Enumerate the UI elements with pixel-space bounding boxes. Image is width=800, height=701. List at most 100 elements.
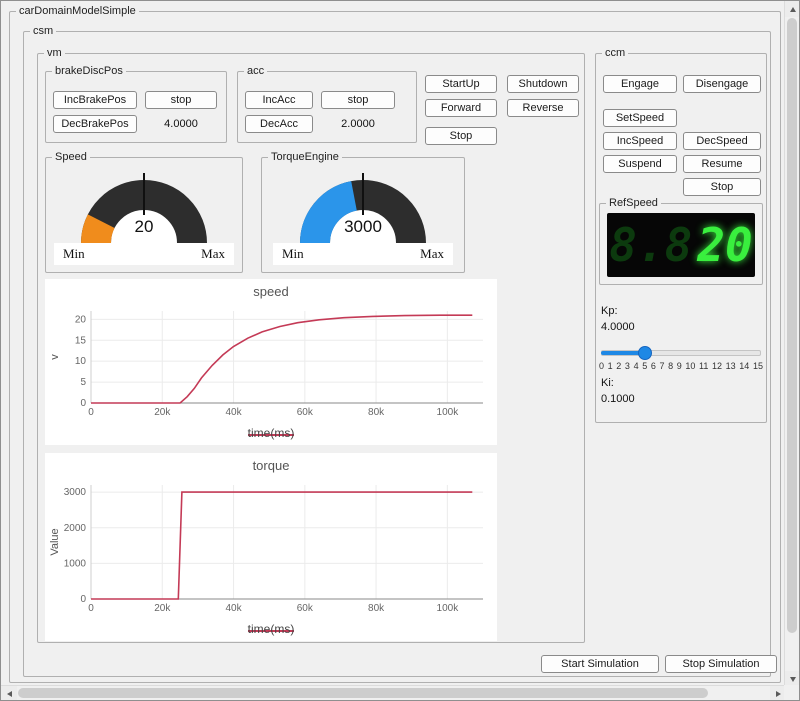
svg-text:60k: 60k	[297, 603, 314, 614]
speed-chart-xlabel-text: time(ms)	[248, 426, 295, 440]
reverse-button[interactable]: Reverse	[507, 99, 579, 117]
forward-button[interactable]: Forward	[425, 99, 497, 117]
slider-tick-label: 1	[608, 361, 613, 371]
speed-chart-xlabel: time(ms)	[45, 422, 497, 452]
svg-text:60k: 60k	[297, 407, 314, 418]
incbrakepos-button[interactable]: IncBrakePos	[53, 91, 137, 109]
svg-text:3000: 3000	[64, 487, 87, 498]
refspeed-display: 8.8 20	[607, 213, 755, 277]
svg-text:0: 0	[88, 407, 94, 418]
ccm-stop-button[interactable]: Stop	[683, 178, 761, 196]
slider-tick-label: 14	[739, 361, 749, 371]
slider-tick-label: 10	[685, 361, 695, 371]
speed-gauge-group-label: Speed	[52, 151, 90, 163]
svg-text:20k: 20k	[154, 407, 171, 418]
slider-tick-label: 5	[642, 361, 647, 371]
scroll-left-icon[interactable]	[1, 686, 17, 701]
svg-text:0: 0	[88, 603, 94, 614]
svg-text:10: 10	[75, 356, 87, 367]
torque-chart-title: torque	[45, 453, 497, 477]
acc-value: 2.0000	[321, 118, 395, 130]
vertical-scrollbar-thumb[interactable]	[787, 18, 797, 633]
svg-text:20k: 20k	[154, 603, 171, 614]
brakediscpos-group-label: brakeDiscPos	[52, 65, 126, 77]
slider-tick-label: 8	[668, 361, 673, 371]
decacc-button[interactable]: DecAcc	[245, 115, 313, 133]
incspeed-button[interactable]: IncSpeed	[603, 132, 677, 150]
incacc-button[interactable]: IncAcc	[245, 91, 313, 109]
speed-gauge-value: 20	[54, 217, 234, 237]
speed-gauge-dial	[54, 167, 234, 265]
slider-tick-label: 0	[599, 361, 604, 371]
slider-tick-label: 13	[726, 361, 736, 371]
kp-label: Kp:	[601, 305, 618, 317]
ki-value: 0.1000	[601, 393, 635, 405]
slider-tick-labels: 0123456789101112131415	[599, 361, 763, 371]
slider-tick-label: 4	[634, 361, 639, 371]
vm-stop-button[interactable]: Stop	[425, 127, 497, 145]
vertical-scrollbar[interactable]	[784, 1, 799, 687]
decbrakepos-button[interactable]: DecBrakePos	[53, 115, 137, 133]
slider-tick-label: 15	[753, 361, 763, 371]
svg-text:0: 0	[80, 398, 86, 409]
slider-tick-label: 12	[712, 361, 722, 371]
startup-button[interactable]: StartUp	[425, 75, 497, 93]
resume-button[interactable]: Resume	[683, 155, 761, 173]
horizontal-scrollbar[interactable]	[1, 685, 786, 700]
engage-button[interactable]: Engage	[603, 75, 677, 93]
torque-gauge-dial	[273, 167, 453, 265]
start-simulation-button[interactable]: Start Simulation	[541, 655, 659, 673]
svg-text:100k: 100k	[437, 407, 460, 418]
scrollbar-corner	[784, 685, 799, 700]
slider-tick-label: 2	[616, 361, 621, 371]
stop-simulation-button[interactable]: Stop Simulation	[665, 655, 777, 673]
svg-text:80k: 80k	[368, 603, 385, 614]
acc-stop-button[interactable]: stop	[321, 91, 395, 109]
refspeed-ghost-digits: 8.8	[609, 218, 692, 272]
app-window: carDomainModelSimple csm vm brakeDiscPos…	[0, 0, 800, 701]
svg-text:20: 20	[75, 314, 87, 325]
torque-chart-xlabel: time(ms)	[45, 618, 497, 648]
suspend-button[interactable]: Suspend	[603, 155, 677, 173]
speed-chart-plot: 020k40k60k80k100k05101520v	[45, 303, 497, 419]
slider-tick-label: 11	[699, 361, 708, 371]
speed-gauge: Min Max 20	[54, 167, 234, 265]
brake-value: 4.0000	[145, 118, 217, 130]
acc-group-label: acc	[244, 65, 267, 77]
svg-text:Value: Value	[49, 528, 61, 555]
setspeed-button[interactable]: SetSpeed	[603, 109, 677, 127]
decspeed-button[interactable]: DecSpeed	[683, 132, 761, 150]
slider-tick-label: 6	[651, 361, 656, 371]
csm-group-label: csm	[30, 25, 56, 37]
ki-label: Ki:	[601, 377, 614, 389]
torque-gauge-value: 3000	[273, 217, 453, 237]
svg-text:5: 5	[80, 377, 86, 388]
refspeed-value: 20	[697, 218, 752, 272]
slider-tick-label: 7	[659, 361, 664, 371]
torque-chart-plot: 0 20k 40k 60k 80k 100k 0 1000 2000 3000 Value	[45, 477, 497, 615]
speed-chart-title: speed	[45, 279, 497, 303]
svg-text:40k: 40k	[225, 603, 242, 614]
slider-tick-label: 3	[625, 361, 630, 371]
svg-text:1000: 1000	[64, 558, 87, 569]
svg-text:v: v	[49, 354, 61, 360]
ccm-group-label: ccm	[602, 47, 628, 59]
slider-thumb[interactable]	[638, 346, 652, 360]
torque-gauge-group-label: TorqueEngine	[268, 151, 342, 163]
torque-chart-xlabel-text: time(ms)	[248, 622, 295, 636]
svg-text:2000: 2000	[64, 523, 87, 534]
svg-text:80k: 80k	[368, 407, 385, 418]
kp-slider[interactable]	[601, 345, 761, 359]
scroll-up-icon[interactable]	[785, 1, 800, 17]
torque-chart-panel: torque 0 20k 40k 60k 80k 100k 0 1000 2000 3000 Val…	[45, 453, 497, 641]
refspeed-group-label: RefSpeed	[606, 197, 661, 209]
horizontal-scrollbar-thumb[interactable]	[18, 688, 708, 698]
speed-chart-panel: speed 020k40k60k80k100k05101520v time(ms…	[45, 279, 497, 445]
disengage-button[interactable]: Disengage	[683, 75, 761, 93]
svg-text:100k: 100k	[437, 603, 460, 614]
shutdown-button[interactable]: Shutdown	[507, 75, 579, 93]
kp-value: 4.0000	[601, 321, 635, 333]
brake-stop-button[interactable]: stop	[145, 91, 217, 109]
svg-text:0: 0	[80, 594, 86, 605]
vm-group-label: vm	[44, 47, 65, 59]
